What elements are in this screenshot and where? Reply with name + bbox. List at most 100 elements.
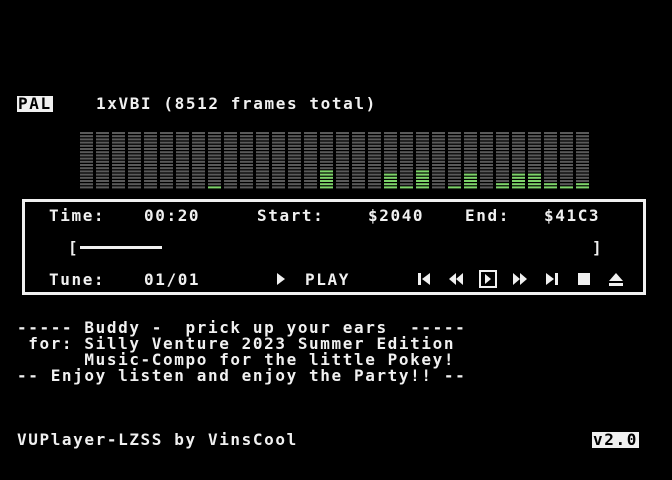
vu-segment (112, 176, 125, 179)
vu-segment (528, 157, 541, 160)
eject-icon[interactable] (607, 270, 625, 288)
vu-segment (224, 167, 237, 170)
first-track-icon[interactable] (415, 270, 433, 288)
vu-segment (256, 132, 269, 134)
vu-segment (480, 144, 493, 147)
vu-segment (512, 138, 525, 141)
vu-segment (416, 176, 429, 179)
vu-segment (96, 154, 109, 157)
vu-segment (512, 186, 525, 189)
vu-segment (192, 186, 205, 189)
vu-segment (528, 144, 541, 147)
vu-segment (80, 141, 93, 144)
vu-segment (208, 183, 221, 186)
vu-segment (112, 141, 125, 144)
vu-segment (576, 141, 589, 144)
vu-column (320, 132, 333, 189)
vu-segment (496, 167, 509, 170)
vu-segment (288, 186, 301, 189)
vu-segment (576, 135, 589, 138)
vu-segment (192, 173, 205, 176)
fast-forward-icon[interactable] (511, 270, 529, 288)
vu-segment (96, 157, 109, 160)
vu-segment (80, 167, 93, 170)
vu-segment (528, 180, 541, 182)
vu-segment (224, 141, 237, 144)
vu-segment (336, 151, 349, 154)
vu-segment (464, 132, 477, 134)
vu-segment (544, 135, 557, 138)
vu-segment (432, 186, 445, 189)
vu-segment (80, 173, 93, 176)
stop-icon[interactable] (575, 270, 593, 288)
last-track-icon[interactable] (543, 270, 561, 288)
vu-segment (416, 135, 429, 138)
pause-icon[interactable] (479, 270, 497, 288)
vu-segment (96, 180, 109, 182)
vu-segment (464, 183, 477, 186)
vu-segment (96, 138, 109, 141)
play-icon[interactable] (272, 270, 290, 288)
vu-segment (352, 148, 365, 150)
vu-segment (288, 157, 301, 160)
vu-segment (256, 157, 269, 160)
vu-segment (448, 148, 461, 150)
vu-segment (464, 170, 477, 173)
vu-segment (336, 157, 349, 160)
vu-segment (528, 170, 541, 173)
vu-segment (320, 135, 333, 138)
rewind-icon[interactable] (447, 270, 465, 288)
vu-segment (368, 132, 381, 134)
vu-segment (96, 141, 109, 144)
vu-segment (176, 135, 189, 138)
vu-segment (352, 173, 365, 176)
vu-segment (320, 186, 333, 189)
vu-segment (496, 151, 509, 154)
vu-segment (256, 186, 269, 189)
vu-segment (144, 141, 157, 144)
vu-segment (368, 183, 381, 186)
vu-segment (432, 183, 445, 186)
vu-segment (112, 144, 125, 147)
vu-segment (448, 154, 461, 157)
vu-segment (464, 160, 477, 163)
vu-segment (96, 132, 109, 134)
vu-column (384, 132, 397, 189)
vu-segment (544, 151, 557, 154)
vu-segment (416, 183, 429, 186)
vu-segment (576, 176, 589, 179)
vu-column (80, 132, 93, 189)
vu-segment (96, 176, 109, 179)
vu-segment (288, 141, 301, 144)
vu-segment (448, 176, 461, 179)
vu-segment (224, 138, 237, 141)
vu-segment (480, 154, 493, 157)
vu-segment (80, 170, 93, 173)
progress-track[interactable] (80, 240, 592, 256)
vu-segment (288, 144, 301, 147)
vu-segment (400, 180, 413, 182)
vu-segment (128, 167, 141, 170)
vu-segment (560, 154, 573, 157)
vu-segment (448, 132, 461, 134)
vu-segment (336, 183, 349, 186)
vu-segment (288, 176, 301, 179)
vu-segment (368, 164, 381, 166)
vu-column (496, 132, 509, 189)
vu-segment (400, 173, 413, 176)
vu-segment (192, 154, 205, 157)
vu-segment (512, 173, 525, 176)
vu-segment (176, 173, 189, 176)
vu-segment (160, 164, 173, 166)
vu-segment (528, 164, 541, 166)
vu-segment (368, 176, 381, 179)
vu-segment (416, 144, 429, 147)
vu-segment (144, 154, 157, 157)
vu-segment (368, 151, 381, 154)
vu-segment (400, 176, 413, 179)
vu-segment (320, 180, 333, 182)
vu-segment (80, 160, 93, 163)
vu-segment (144, 180, 157, 182)
vu-segment (400, 148, 413, 150)
vu-segment (256, 180, 269, 182)
